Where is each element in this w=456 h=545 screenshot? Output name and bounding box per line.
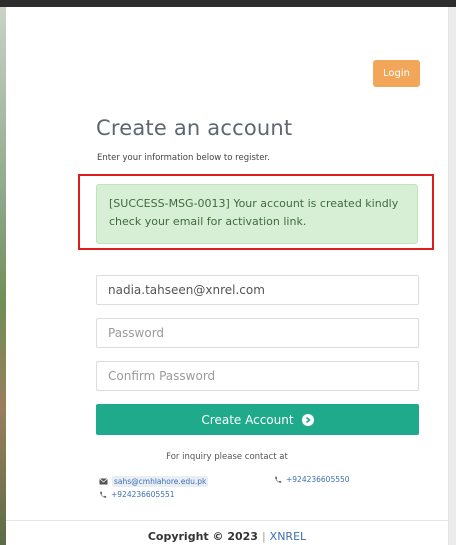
scroll-gutter (449, 7, 456, 545)
footer-divider (6, 520, 448, 521)
copyright-text: Copyright © 2023 (147, 530, 258, 543)
window-top-bar (0, 0, 456, 7)
inquiry-text: For inquiry please contact at (166, 452, 288, 462)
register-card: Login Create an account Enter your infor… (6, 7, 449, 545)
contact-phone-1[interactable]: +924236605550 (274, 475, 350, 484)
email-field[interactable] (96, 275, 419, 305)
phone-icon (274, 476, 282, 484)
envelope-icon (99, 478, 108, 485)
footer-separator: | (261, 530, 266, 543)
confirm-password-field[interactable] (96, 361, 419, 391)
contact-phone-2[interactable]: +924236605551 (99, 490, 175, 499)
contact-phone-1-text: +924236605550 (286, 475, 350, 484)
page-title: Create an account (96, 116, 293, 140)
password-field[interactable] (96, 318, 419, 348)
contact-phone-2-text: +924236605551 (111, 490, 175, 499)
arrow-right-circle-icon (301, 413, 314, 426)
page-subtitle: Enter your information below to register… (97, 153, 270, 163)
create-account-button[interactable]: Create Account (96, 404, 419, 435)
contact-email-text: sahs@cmhlahore.edu.pk (112, 476, 209, 487)
contact-email[interactable]: sahs@cmhlahore.edu.pk (99, 476, 209, 487)
login-button[interactable]: Login (373, 60, 420, 87)
brand-link[interactable]: XNREL (270, 530, 307, 543)
success-alert: [SUCCESS-MSG-0013] Your account is creat… (96, 184, 418, 244)
footer: Copyright © 2023 | XNREL (6, 530, 448, 543)
create-account-label: Create Account (201, 412, 294, 427)
phone-icon (99, 491, 107, 499)
